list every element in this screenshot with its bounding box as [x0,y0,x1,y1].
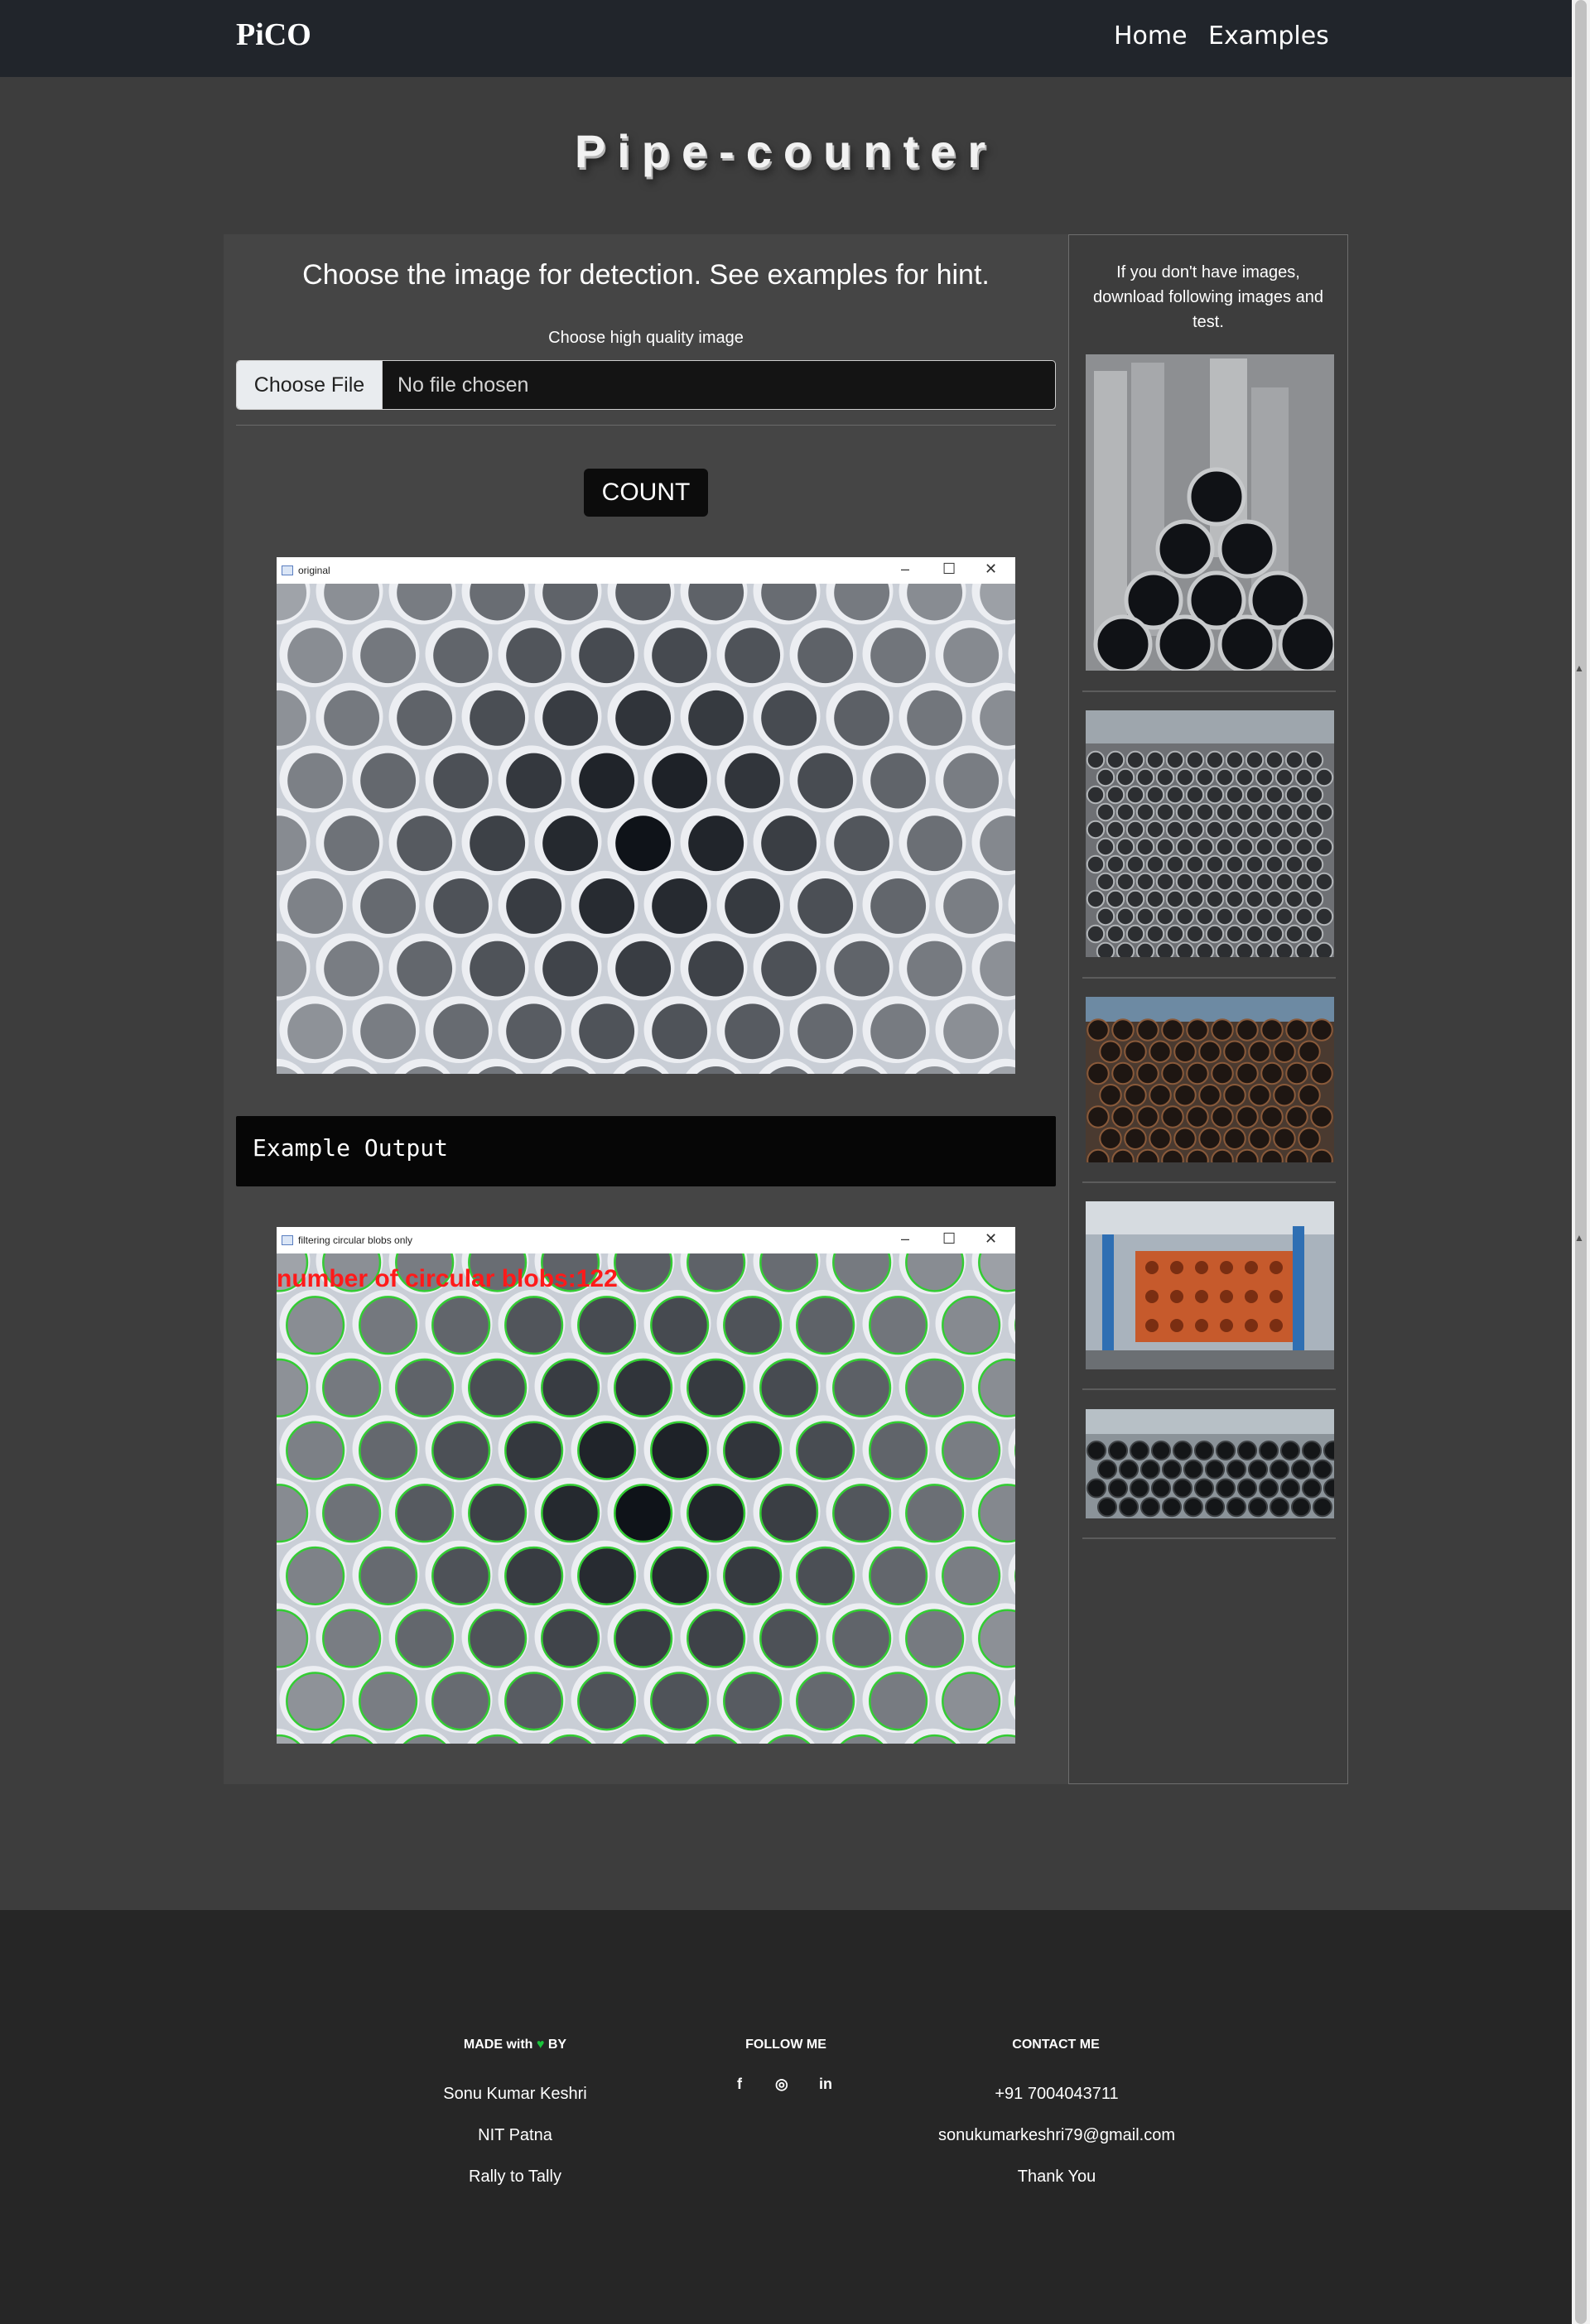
filtered-image-window: filtering circular blobs only – ☐ ✕ numb… [277,1227,1015,1744]
thumb-divider [1082,977,1336,979]
footer-thanks: Thank You [1017,2168,1096,2186]
window-titlebar: filtering circular blobs only – ☐ ✕ [277,1227,1015,1253]
thumb-divider [1082,1537,1336,1539]
example-black-pipes[interactable] [1086,1409,1334,1518]
scroll-up-icon-lower[interactable]: ▲ [1574,1232,1584,1244]
window-title: original [298,565,330,576]
pipe-stack-image [1086,710,1334,957]
minimize-icon[interactable]: – [901,561,909,578]
orange-pipe-rack-image [1086,1201,1334,1369]
example-orange-pipe-rack[interactable] [1086,1201,1334,1369]
window-titlebar: original – ☐ ✕ [277,557,1015,584]
footer-made-with: MADE with ♥ BY [391,2038,639,2052]
file-input[interactable]: Choose File No file chosen [236,360,1056,410]
upload-label: Choose high quality image [548,329,744,347]
pipes-filtered-image: number of circular blobs:122 [277,1253,1015,1744]
original-image-window: original – ☐ ✕ [277,557,1015,1074]
sidebar-hint: If you don't have images, download follo… [1093,263,1323,331]
example-rusty-pipes[interactable] [1086,997,1334,1162]
footer-tagline: Rally to Tally [469,2168,561,2186]
footer-follow-head: FOLLOW ME [745,2038,826,2052]
rusty-pipes-image [1086,997,1334,1162]
minimize-icon[interactable]: – [901,1230,909,1248]
window-title: filtering circular blobs only [298,1234,413,1246]
maximize-icon[interactable]: ☐ [942,561,956,578]
brand-logo[interactable]: PiCO [236,17,311,53]
examples-sidebar: If you don't have images, download follo… [1068,234,1348,1784]
nav-examples-link[interactable]: Examples [1208,22,1329,51]
footer-email[interactable]: sonukumarkeshri79@gmail.com [916,2126,1197,2145]
output-heading-bar: Example Output [236,1116,1056,1186]
choose-file-button[interactable]: Choose File [237,361,383,409]
footer-contact-head: CONTACT ME [1012,2038,1100,2052]
made-with-label: MADE with [463,2038,533,2052]
thumb-divider [1082,690,1336,692]
count-button[interactable]: COUNT [584,469,708,517]
footer: MADE with ♥ BY Sonu Kumar Keshri NIT Pat… [0,1910,1572,2324]
scrollbar-thumb[interactable] [1575,0,1587,2324]
app-icon [282,1235,293,1245]
pipes-photo-detected [277,1253,1015,1744]
output-heading: Example Output [253,1134,449,1162]
footer-phone[interactable]: +91 7004043711 [916,2085,1197,2104]
pipes-photo [277,584,1015,1074]
linkedin-icon[interactable]: in [819,2076,832,2093]
nav-home-link[interactable]: Home [1114,22,1188,51]
file-status: No file chosen [398,373,529,397]
maximize-icon[interactable]: ☐ [942,1230,956,1248]
scroll-up-icon[interactable]: ▲ [1574,662,1584,674]
scrollbar[interactable] [1572,0,1590,2324]
footer-college: NIT Patna [478,2126,552,2144]
example-pipe-pyramid[interactable] [1086,354,1334,671]
navbar: PiCO Home Examples [0,0,1572,77]
thumb-divider [1082,1388,1336,1390]
example-pipe-stack[interactable] [1086,710,1334,957]
thumb-divider [1082,1181,1336,1183]
blob-count-label: number of circular blobs:122 [277,1265,618,1292]
footer-author: Sonu Kumar Keshri [443,2085,587,2103]
page-title: Pipe-counter [574,125,998,177]
facebook-icon[interactable]: f [737,2076,742,2093]
close-icon[interactable]: ✕ [985,561,997,578]
main-panel: Choose the image for detection. See exam… [224,234,1068,1784]
black-pipes-image [1086,1409,1334,1518]
app-icon [282,565,293,575]
by-label: BY [547,2038,567,2052]
divider [236,425,1056,426]
upload-heading: Choose the image for detection. See exam… [302,259,990,291]
pipes-original-image [277,584,1015,1074]
pipe-pyramid-image [1086,354,1334,671]
close-icon[interactable]: ✕ [985,1230,997,1248]
instagram-icon[interactable]: ◎ [775,2076,788,2093]
heart-icon: ♥ [536,2038,545,2052]
